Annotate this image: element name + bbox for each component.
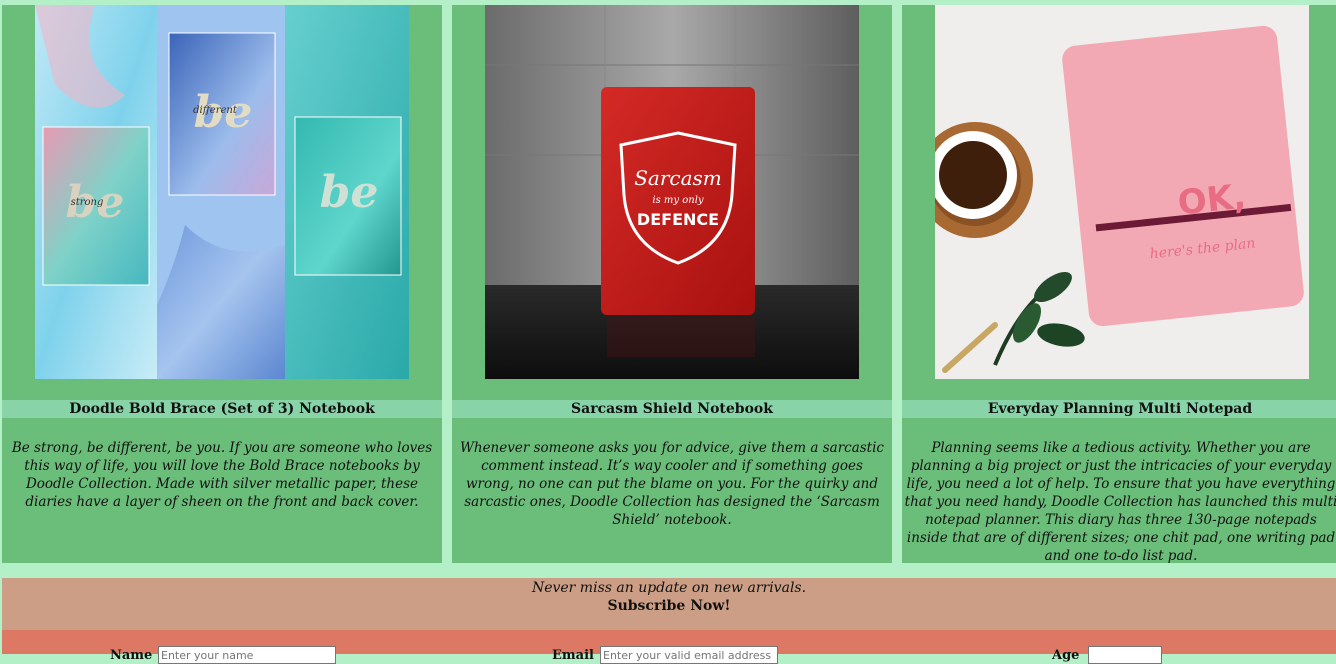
product-title[interactable]: Everyday Planning Multi Notepad bbox=[902, 400, 1336, 418]
image-text: Sarcasm bbox=[634, 166, 722, 190]
product-description: Planning seems like a tedious activity. … bbox=[904, 440, 1336, 564]
product-card: be strong be different be Doodle Bold Br… bbox=[2, 5, 442, 563]
email-input[interactable] bbox=[600, 646, 778, 664]
product-card: OK, here's the plan Everyday Planning Mu… bbox=[902, 5, 1336, 564]
subscribe-tagline: Never miss an update on new arrivals. bbox=[531, 580, 807, 596]
image-text: OK, bbox=[1176, 177, 1248, 224]
name-label: Name bbox=[110, 648, 153, 663]
red-notebook-illustration: Sarcasm is my only DEFENCE bbox=[485, 5, 859, 379]
age-input[interactable] bbox=[1088, 646, 1162, 664]
product-title[interactable]: Doodle Bold Brace (Set of 3) Notebook bbox=[2, 400, 442, 418]
image-text: be bbox=[320, 167, 379, 218]
subscribe-form: Name Email Age bbox=[2, 630, 1336, 664]
pink-notepad-illustration: OK, here's the plan bbox=[935, 5, 1309, 379]
notebook-set-illustration: be strong be different be bbox=[35, 5, 409, 379]
subscribe-banner: Never miss an update on new arrivals. Su… bbox=[2, 578, 1336, 630]
image-text: is my only bbox=[652, 195, 703, 206]
email-label: Email bbox=[552, 648, 594, 663]
product-image[interactable]: OK, here's the plan bbox=[935, 5, 1309, 379]
image-text: strong bbox=[71, 197, 104, 208]
image-text: DEFENCE bbox=[637, 210, 719, 229]
product-title[interactable]: Sarcasm Shield Notebook bbox=[452, 400, 892, 418]
product-grid: be strong be different be Doodle Bold Br… bbox=[2, 5, 1336, 564]
product-image[interactable]: be strong be different be bbox=[35, 5, 409, 379]
subscribe-cta: Subscribe Now! bbox=[607, 598, 731, 614]
product-description: Be strong, be different, be you. If you … bbox=[11, 440, 433, 510]
product-image[interactable]: Sarcasm is my only DEFENCE bbox=[485, 5, 859, 379]
image-text: different bbox=[193, 105, 238, 116]
name-input[interactable] bbox=[158, 646, 336, 664]
age-label: Age bbox=[1052, 648, 1080, 663]
product-description: Whenever someone asks you for advice, gi… bbox=[460, 440, 884, 528]
product-card: Sarcasm is my only DEFENCE Sarcasm Shiel… bbox=[452, 5, 892, 563]
